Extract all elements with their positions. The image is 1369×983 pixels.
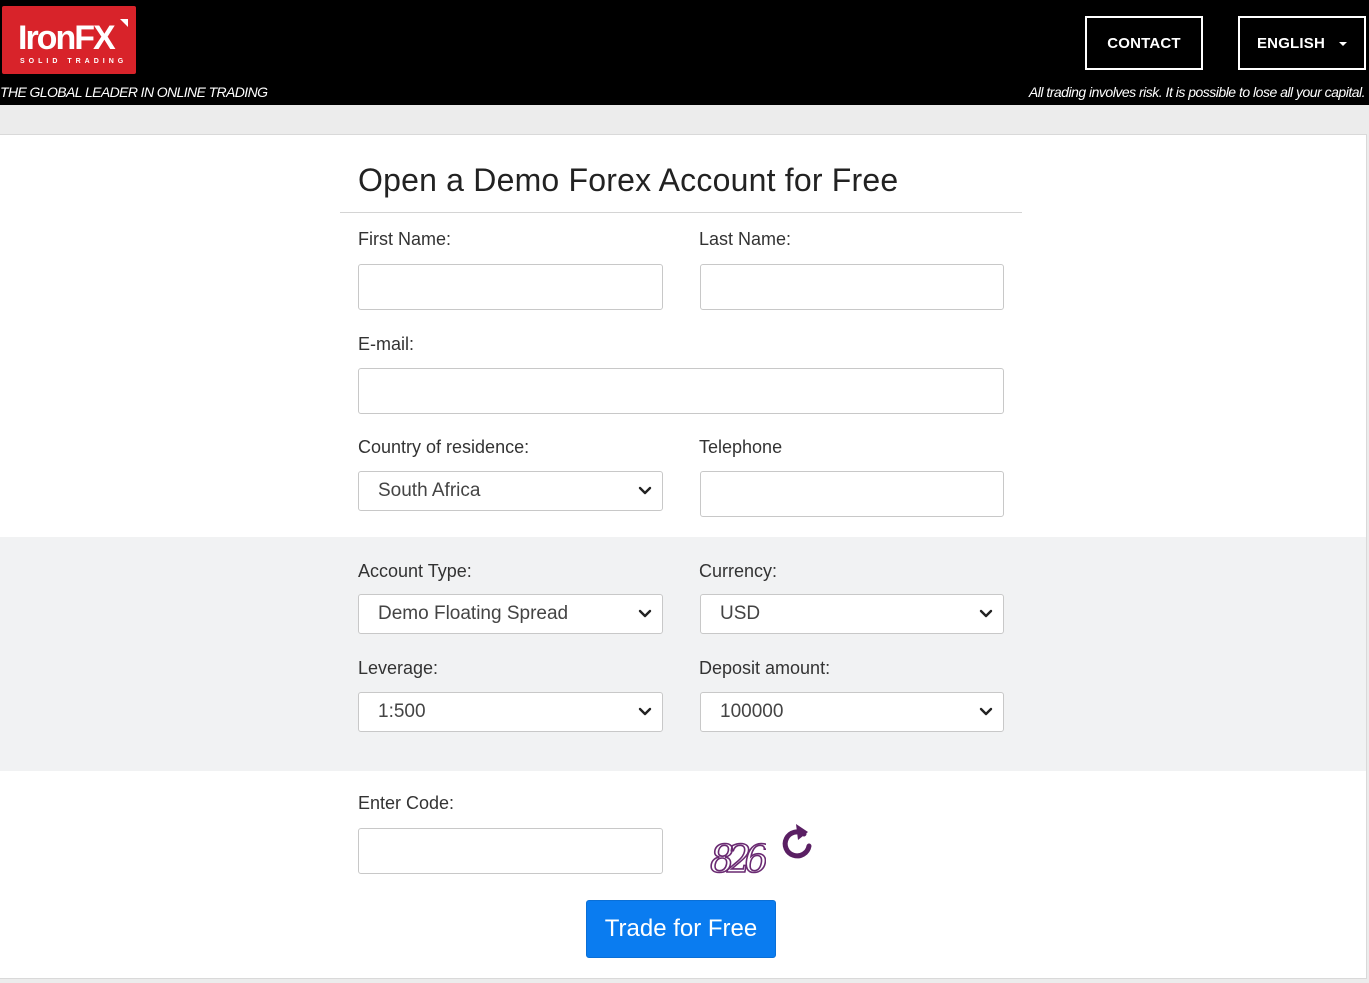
country-label: Country of residence:: [358, 437, 530, 457]
logo-flag-icon: [120, 19, 128, 27]
currency-select[interactable]: USD: [700, 594, 1004, 634]
leverage-label: Leverage:: [358, 658, 439, 678]
chevron-down-icon: [979, 707, 993, 716]
captcha-input[interactable]: [358, 828, 663, 874]
trade-for-free-label: Trade for Free: [604, 915, 758, 942]
language-label: ENGLISH: [1256, 34, 1326, 52]
captcha-text: 826: [710, 837, 766, 880]
currency-label: Currency:: [699, 561, 778, 581]
refresh-icon[interactable]: [778, 820, 818, 864]
leverage-value: 1:500: [378, 701, 426, 722]
first-name-input[interactable]: [358, 264, 663, 310]
trade-for-free-button[interactable]: Trade for Free: [586, 900, 776, 958]
first-name-label: First Name:: [358, 229, 452, 249]
account-type-value: Demo Floating Spread: [378, 603, 569, 624]
language-selector[interactable]: ENGLISH: [1238, 16, 1366, 70]
email-label: E-mail:: [358, 334, 415, 354]
account-type-label: Account Type:: [358, 561, 472, 581]
email-input[interactable]: [358, 368, 1004, 414]
telephone-input[interactable]: [700, 471, 1004, 517]
deposit-select[interactable]: 100000: [700, 692, 1004, 732]
leverage-select[interactable]: 1:500: [358, 692, 663, 732]
chevron-down-icon: [638, 486, 652, 495]
last-name-input[interactable]: [700, 264, 1004, 310]
account-settings-band: [0, 537, 1366, 771]
risk-warning: All trading involves risk. It is possibl…: [1028, 84, 1366, 100]
country-select-value: South Africa: [378, 480, 481, 501]
site-tagline: THE GLOBAL LEADER IN ONLINE TRADING: [0, 84, 268, 100]
contact-button[interactable]: CONTACT: [1085, 16, 1203, 70]
deposit-label: Deposit amount:: [699, 658, 831, 678]
contact-button-label: CONTACT: [1107, 34, 1181, 52]
chevron-down-icon: [638, 707, 652, 716]
currency-value: USD: [720, 603, 761, 624]
last-name-label: Last Name:: [699, 229, 792, 249]
code-label: Enter Code:: [358, 793, 455, 813]
caret-down-icon: [1339, 42, 1348, 46]
chevron-down-icon: [638, 609, 652, 618]
ironfx-logo[interactable]: IronFX SOLID TRADING: [2, 6, 136, 74]
account-type-select[interactable]: Demo Floating Spread: [358, 594, 663, 634]
country-select[interactable]: South Africa: [358, 471, 663, 511]
deposit-value: 100000: [720, 701, 784, 722]
chevron-down-icon: [979, 609, 993, 618]
captcha-image: 826: [709, 836, 766, 880]
logo-wordmark: IronFX: [18, 19, 116, 57]
page-title: Open a Demo Forex Account for Free: [358, 162, 899, 198]
telephone-label: Telephone: [699, 437, 783, 457]
logo-subtext: SOLID TRADING: [20, 58, 128, 65]
top-header: IronFX SOLID TRADING THE GLOBAL LEADER I…: [0, 0, 1369, 105]
title-divider: [340, 212, 1022, 213]
